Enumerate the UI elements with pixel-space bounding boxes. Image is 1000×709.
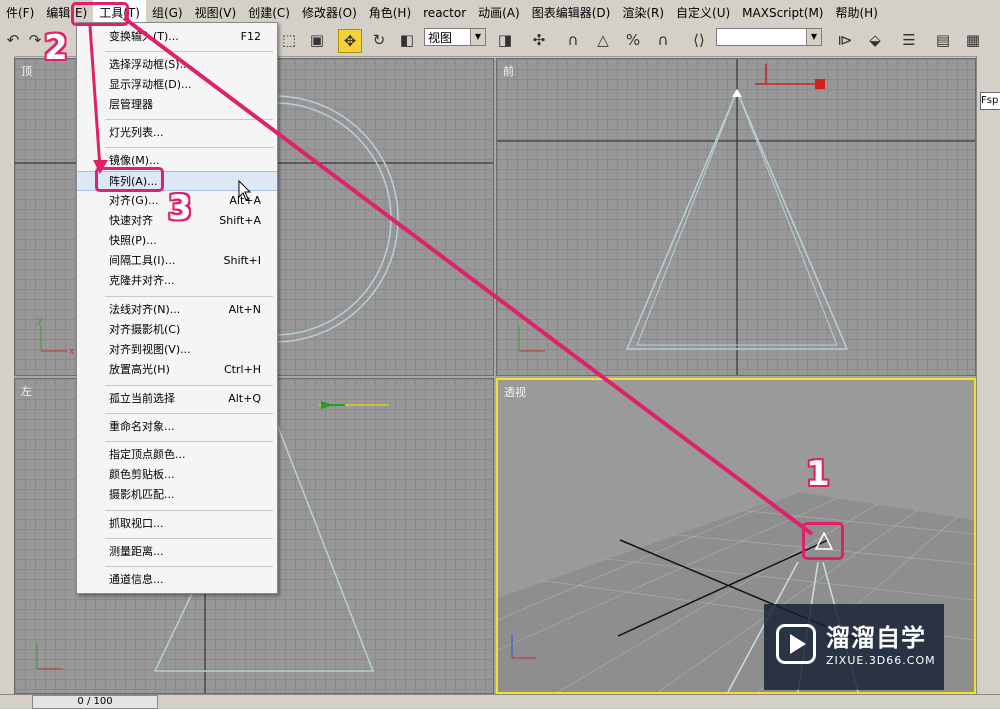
cone-object-icon xyxy=(814,531,834,550)
annotation-highlight-array xyxy=(95,167,164,192)
annotation-highlight-tools xyxy=(71,2,129,26)
watermark: 溜溜自学 ZIXUE.3D66.COM xyxy=(764,604,944,690)
watermark-url: ZIXUE.3D66.COM xyxy=(826,654,936,667)
annotation-step-3: 3 xyxy=(168,188,192,228)
watermark-title: 溜溜自学 xyxy=(826,624,926,652)
annotation-arrows xyxy=(88,16,814,536)
annotation-step-1: 1 xyxy=(806,454,830,494)
watermark-play-logo-icon xyxy=(776,624,816,664)
annotation-step-2: 2 xyxy=(44,28,68,68)
